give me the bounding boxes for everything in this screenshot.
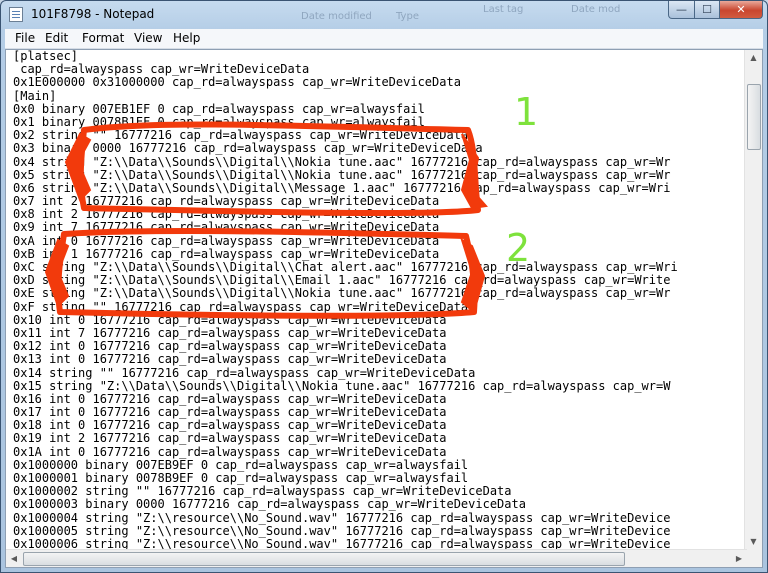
close-button[interactable]: ✕ xyxy=(719,1,763,19)
text-line: 0x9 int 7 16777216 cap_rd=alwayspass cap… xyxy=(13,220,440,235)
notepad-icon xyxy=(9,7,23,22)
background-column-header: Last tag xyxy=(483,4,524,15)
menu-format[interactable]: Format xyxy=(82,31,124,45)
vertical-scrollbar[interactable]: ▲ ▼ xyxy=(744,50,762,550)
document-text[interactable]: [platsec] cap_rd=alwayspass cap_wr=Write… xyxy=(13,50,741,550)
text-line: 0x4 string "Z:\\Data\\Sounds\\Digital\\N… xyxy=(13,154,671,169)
text-line: 0x19 int 2 16777216 cap_rd=alwayspass ca… xyxy=(13,431,447,446)
text-line: 0x1000004 string "Z:\\resource\\No_Sound… xyxy=(13,510,671,525)
text-line: 0x15 string "Z:\\Data\\Sounds\\Digital\\… xyxy=(13,378,671,393)
text-line: 0x14 string "" 16777216 cap_rd=alwayspas… xyxy=(13,365,476,380)
title-bar[interactable]: 101F8798 - Notepad Date modified Type La… xyxy=(1,1,767,29)
text-line: 0xF string "" 16777216 cap_rd=alwayspass… xyxy=(13,299,469,314)
text-line: 0x0 binary 007EB1EF 0 cap_rd=alwayspass … xyxy=(13,101,425,116)
text-line: 0x1000003 binary 0000 16777216 cap_rd=al… xyxy=(13,497,526,512)
minimize-button[interactable]: — xyxy=(668,1,695,19)
text-line: 0x10 int 0 16777216 cap_rd=alwayspass ca… xyxy=(13,312,447,327)
menu-bar: File Edit Format View Help xyxy=(5,29,763,49)
annotation-label-2: 2 xyxy=(506,226,531,270)
scroll-up-arrow-icon[interactable]: ▲ xyxy=(745,50,762,66)
text-line: 0x1000005 string "Z:\\resource\\No_Sound… xyxy=(13,523,671,538)
text-line: [Main] xyxy=(13,88,57,103)
background-column-header: Type xyxy=(396,11,419,22)
text-line: 0xE string "Z:\\Data\\Sounds\\Digital\\N… xyxy=(13,286,671,301)
notepad-window: 101F8798 - Notepad Date modified Type La… xyxy=(0,0,768,573)
text-line: 0x1E000000 0x31000000 cap_rd=alwayspass … xyxy=(13,75,461,90)
annotation-label-1: 1 xyxy=(514,90,539,134)
text-line: 0x3 binary 0000 16777216 cap_rd=alwayspa… xyxy=(13,141,483,156)
menu-help[interactable]: Help xyxy=(173,31,200,45)
window-title: 101F8798 - Notepad xyxy=(31,7,155,21)
scrollbar-corner xyxy=(745,550,762,567)
horizontal-scrollbar[interactable]: ◀ ▶ xyxy=(6,549,747,567)
menu-view[interactable]: View xyxy=(134,31,162,45)
text-editor[interactable]: [platsec] cap_rd=alwayspass cap_wr=Write… xyxy=(5,49,763,568)
horizontal-scroll-thumb[interactable] xyxy=(23,552,625,566)
scroll-down-arrow-icon[interactable]: ▼ xyxy=(745,534,762,550)
text-line: 0x1A int 0 16777216 cap_rd=alwayspass ca… xyxy=(13,444,447,459)
text-line: 0x5 string "Z:\\Data\\Sounds\\Digital\\N… xyxy=(13,167,671,182)
background-column-header: Date modified xyxy=(301,11,372,22)
menu-file[interactable]: File xyxy=(15,31,35,45)
maximize-button[interactable]: ☐ xyxy=(694,1,720,19)
text-line: 0xA int 0 16777216 cap_rd=alwayspass cap… xyxy=(13,233,440,248)
menu-edit[interactable]: Edit xyxy=(45,31,68,45)
vertical-scroll-thumb[interactable] xyxy=(747,84,761,150)
text-line: 0x13 int 0 16777216 cap_rd=alwayspass ca… xyxy=(13,352,447,367)
background-column-header: Date mod xyxy=(571,4,621,15)
scroll-left-arrow-icon[interactable]: ◀ xyxy=(6,550,22,567)
